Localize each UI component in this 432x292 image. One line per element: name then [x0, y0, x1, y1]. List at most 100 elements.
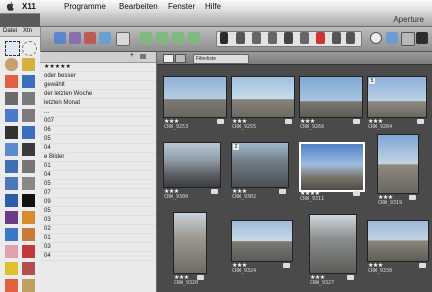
- spot-patch-icon[interactable]: [332, 32, 341, 44]
- menu-hilfe[interactable]: Hilfe: [205, 2, 221, 11]
- loupe-icon[interactable]: [370, 32, 382, 44]
- window-title-bar[interactable]: Aperture: [40, 13, 432, 27]
- library-row[interactable]: 05: [40, 180, 156, 189]
- crop-tool-icon[interactable]: [284, 32, 293, 44]
- library-row[interactable]: 07: [40, 189, 156, 198]
- flip-icon[interactable]: [22, 177, 35, 190]
- color-picker-icon[interactable]: [22, 92, 35, 105]
- clone-icon[interactable]: [22, 262, 35, 275]
- web-gallery-icon[interactable]: [116, 32, 130, 46]
- library-row[interactable]: gewählt: [40, 81, 156, 90]
- pointer-tool-icon[interactable]: [220, 32, 228, 44]
- gear-icon[interactable]: [140, 54, 146, 59]
- photo-image[interactable]: [367, 76, 427, 118]
- bucket-fill-icon[interactable]: [5, 211, 18, 224]
- color-select-icon[interactable]: [5, 75, 18, 88]
- library-row[interactable]: 05: [40, 207, 156, 216]
- photo-image[interactable]: [231, 220, 293, 262]
- measure-icon[interactable]: [22, 109, 35, 122]
- library-row[interactable]: ...: [40, 108, 156, 117]
- library-row[interactable]: 04: [40, 252, 156, 261]
- menu-programme[interactable]: Programme: [64, 2, 106, 11]
- photo-image[interactable]: [231, 76, 295, 118]
- paintbrush-icon[interactable]: [22, 228, 35, 241]
- lasso-icon[interactable]: [5, 58, 18, 71]
- ellipse-select-icon[interactable]: [22, 41, 37, 56]
- library-row[interactable]: 03: [40, 216, 156, 225]
- rotate-right-icon[interactable]: [268, 32, 277, 44]
- grid-view-icon[interactable]: [163, 54, 174, 63]
- stack-count-badge[interactable]: 5: [369, 78, 375, 84]
- paths-icon[interactable]: [5, 92, 18, 105]
- crop-icon[interactable]: [5, 143, 18, 156]
- pick-icon[interactable]: [172, 32, 184, 44]
- menu-fenster[interactable]: Fenster: [168, 2, 195, 11]
- zoom-icon[interactable]: [5, 109, 18, 122]
- library-row[interactable]: 09: [40, 198, 156, 207]
- library-row[interactable]: 04: [40, 171, 156, 180]
- full-screen-icon[interactable]: [416, 32, 428, 44]
- menu-app-name[interactable]: X11: [22, 2, 36, 11]
- library-row[interactable]: 06: [40, 126, 156, 135]
- photo-thumbnail[interactable]: ★★★★ CRW_9311: [299, 142, 365, 204]
- list-view-icon[interactable]: [175, 54, 186, 63]
- straighten-tool-icon[interactable]: [300, 32, 309, 44]
- magic-wand-icon[interactable]: [22, 58, 35, 71]
- library-row[interactable]: e Bilder: [40, 153, 156, 162]
- photo-image[interactable]: [299, 76, 363, 118]
- library-row[interactable]: 01: [40, 234, 156, 243]
- red-eye-tool-icon[interactable]: [316, 32, 325, 44]
- ink-icon[interactable]: [5, 262, 18, 275]
- photo-thumbnail[interactable]: ★★★ CRW_9324: [231, 220, 293, 276]
- heal-icon[interactable]: [5, 279, 18, 292]
- move-icon[interactable]: [5, 126, 18, 139]
- scale-icon[interactable]: [5, 160, 18, 173]
- apple-menu-icon[interactable]: [6, 1, 15, 11]
- scissors-icon[interactable]: [22, 75, 35, 88]
- photo-thumbnail[interactable]: ★★★ CRW_9319: [377, 134, 419, 208]
- text-frame-icon[interactable]: [5, 194, 18, 207]
- menu-bearbeiten[interactable]: Bearbeiten: [119, 2, 158, 11]
- perspective-icon[interactable]: [5, 177, 18, 190]
- photo-image[interactable]: [309, 214, 357, 274]
- photo-thumbnail[interactable]: ★★★ CRW_9320: [173, 212, 207, 288]
- rect-select-icon[interactable]: [5, 41, 20, 56]
- photo-thumbnail[interactable]: ★★★ CRW_9300: [163, 142, 221, 202]
- photo-thumbnail[interactable]: ★★★ CRW_9330: [367, 220, 429, 276]
- add-button[interactable]: +: [130, 52, 134, 59]
- rotate-left-icon[interactable]: [252, 32, 261, 44]
- photo-thumbnail[interactable]: ★★★ CRW_9266: [299, 76, 363, 132]
- tab-datei[interactable]: Datei: [3, 28, 17, 34]
- smart-album-icon[interactable]: [84, 32, 96, 44]
- library-row[interactable]: 02: [40, 225, 156, 234]
- photo-image[interactable]: [173, 212, 207, 274]
- photo-image[interactable]: [299, 142, 365, 192]
- photo-thumbnail[interactable]: ★★★ CRW_9253: [163, 76, 227, 132]
- smudge-icon[interactable]: [22, 279, 35, 292]
- library-row[interactable]: 03: [40, 243, 156, 252]
- photo-image[interactable]: [367, 220, 429, 262]
- compare-icon[interactable]: [188, 32, 200, 44]
- shear-icon[interactable]: [22, 160, 35, 173]
- photo-thumbnail[interactable]: ★★★ CRW_9255: [231, 76, 295, 132]
- photo-image[interactable]: [163, 76, 227, 118]
- book-icon[interactable]: [99, 32, 111, 44]
- tab-xtns[interactable]: Xtn: [23, 28, 32, 34]
- library-row[interactable]: ★★★★★: [40, 63, 156, 72]
- photo-thumbnail[interactable]: 2 ★★★ CRW_9302: [231, 142, 289, 202]
- stack-count-badge[interactable]: 2: [233, 144, 239, 150]
- photo-image[interactable]: [377, 134, 419, 194]
- library-row[interactable]: 04: [40, 144, 156, 153]
- photo-thumbnail[interactable]: 5 ★★★ CRW_9284: [367, 76, 427, 132]
- select-tool-icon[interactable]: [236, 32, 245, 44]
- lift-stamp-icon[interactable]: [346, 32, 355, 44]
- library-row[interactable]: oder besser: [40, 72, 156, 81]
- unstack-icon[interactable]: [156, 32, 168, 44]
- text-tool-icon[interactable]: [22, 194, 35, 207]
- eraser-icon[interactable]: [5, 245, 18, 258]
- airbrush-icon[interactable]: [22, 245, 35, 258]
- library-row[interactable]: 01: [40, 162, 156, 171]
- photo-thumbnail[interactable]: ★★★ CRW_9327: [309, 214, 357, 288]
- project-icon[interactable]: [54, 32, 66, 44]
- photo-image[interactable]: [231, 142, 289, 188]
